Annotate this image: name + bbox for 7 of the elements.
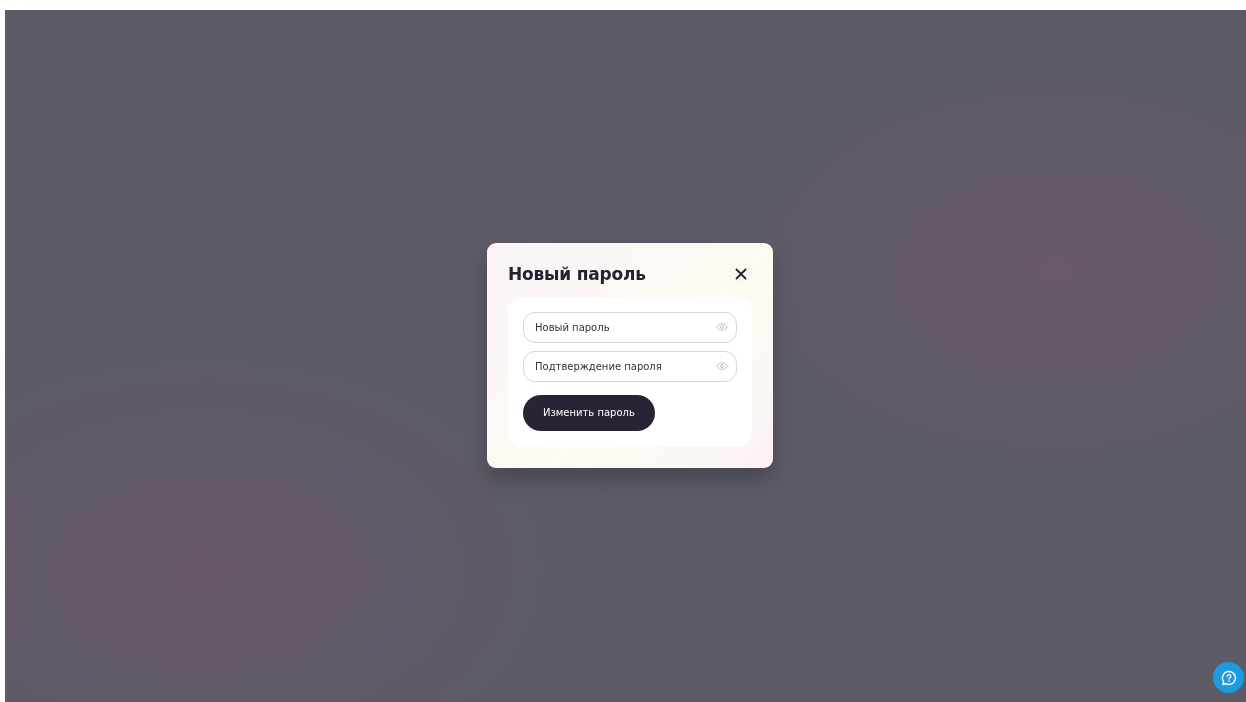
password-field[interactable]: Подтверждение пароля (523, 350, 737, 382)
close-icon (735, 267, 747, 280)
help-button[interactable] (1213, 662, 1244, 693)
dialog-title: Новый пароль (508, 263, 646, 284)
password-field[interactable]: Новый пароль (523, 311, 737, 343)
change-password-button[interactable]: Изменить пароль (523, 394, 655, 431)
help-chat-icon (1220, 669, 1237, 686)
